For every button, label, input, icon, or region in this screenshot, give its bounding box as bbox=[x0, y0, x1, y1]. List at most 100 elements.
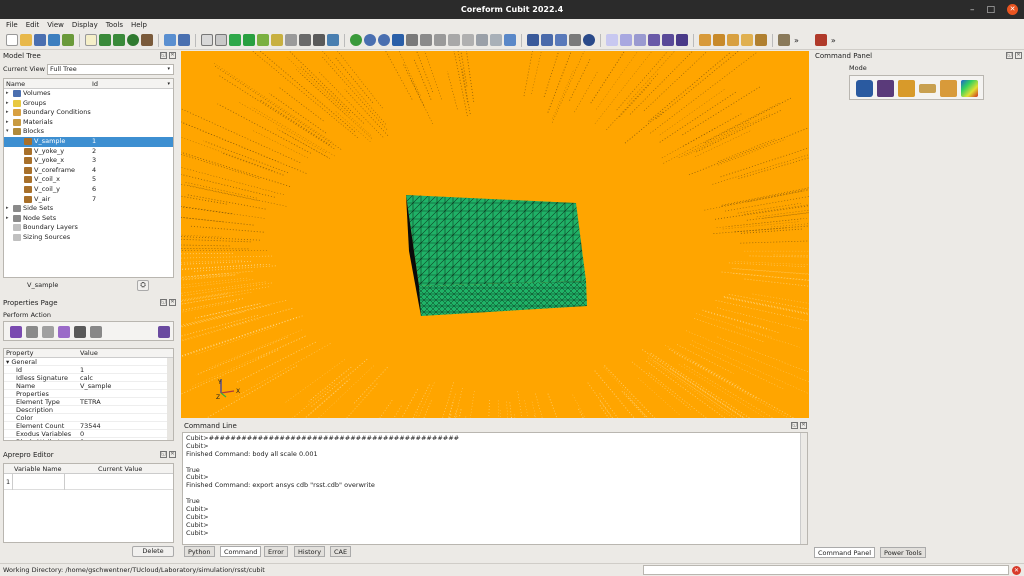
journal-icon[interactable] bbox=[85, 34, 97, 46]
tab-error[interactable]: Error bbox=[264, 546, 288, 557]
view-bottom-icon[interactable] bbox=[462, 34, 474, 46]
tree-item[interactable]: ▸ Node Sets bbox=[4, 214, 173, 224]
pressure-icon[interactable] bbox=[755, 34, 767, 46]
tree-item[interactable]: ▸ Volumes bbox=[4, 89, 173, 99]
sample-mesh[interactable] bbox=[406, 195, 587, 316]
expand-icon[interactable]: ▸ bbox=[6, 99, 12, 109]
toolbar-overflow-icon-2[interactable]: » bbox=[831, 36, 836, 45]
view-front-icon[interactable] bbox=[420, 34, 432, 46]
smooth-action-icon[interactable] bbox=[58, 326, 70, 338]
pan-icon[interactable] bbox=[406, 34, 418, 46]
temperature-icon[interactable] bbox=[741, 34, 753, 46]
size-action-icon[interactable] bbox=[42, 326, 54, 338]
select-icon[interactable] bbox=[164, 34, 176, 46]
delete-mesh-action-icon[interactable] bbox=[90, 326, 102, 338]
refine-icon[interactable] bbox=[676, 34, 688, 46]
geometry-mode-icon[interactable] bbox=[856, 80, 873, 97]
column-menu-icon[interactable]: ▾ bbox=[167, 79, 170, 89]
view-back-icon[interactable] bbox=[434, 34, 446, 46]
mesh-filter-icon[interactable] bbox=[257, 34, 269, 46]
current-view-select[interactable]: Full Tree ▾ bbox=[47, 64, 174, 75]
fit-view-icon[interactable] bbox=[392, 34, 404, 46]
tree-item[interactable]: ▸ Materials bbox=[4, 118, 173, 128]
expand-icon[interactable]: ▸ bbox=[6, 118, 12, 128]
tab-command[interactable]: Command bbox=[220, 546, 262, 557]
tools-action-icon[interactable] bbox=[158, 326, 170, 338]
close-icon[interactable]: ✕ bbox=[169, 451, 176, 458]
create-vertex-icon[interactable] bbox=[583, 34, 595, 46]
expand-icon[interactable]: ▸ bbox=[6, 214, 12, 224]
close-icon[interactable]: ✕ bbox=[800, 422, 807, 429]
heat-flux-icon[interactable] bbox=[727, 34, 739, 46]
cancel-operation-icon[interactable] bbox=[814, 34, 827, 46]
zoom-out-icon[interactable] bbox=[378, 34, 390, 46]
view-iso-icon[interactable] bbox=[504, 34, 516, 46]
volume-filter-icon[interactable] bbox=[201, 34, 213, 46]
rotate-icon[interactable] bbox=[350, 34, 362, 46]
property-row[interactable]: Element Type TETRA bbox=[4, 398, 173, 406]
float-icon[interactable]: ◱ bbox=[791, 422, 798, 429]
menu-view[interactable]: View bbox=[47, 19, 64, 31]
create-body-icon[interactable] bbox=[555, 34, 567, 46]
tab-power-tools[interactable]: Power Tools bbox=[880, 547, 926, 558]
menu-file[interactable]: File bbox=[6, 19, 18, 31]
property-row[interactable]: Description bbox=[4, 406, 173, 414]
zoom-in-icon[interactable] bbox=[364, 34, 376, 46]
tree-item[interactable]: V_air 7 bbox=[4, 195, 173, 205]
hidden-line-icon[interactable] bbox=[299, 34, 311, 46]
menu-help[interactable]: Help bbox=[131, 19, 147, 31]
viewport-canvas[interactable]: Y X Z bbox=[181, 51, 809, 418]
tree-item[interactable]: Sizing Sources bbox=[4, 233, 173, 243]
quality-action-icon[interactable] bbox=[74, 326, 86, 338]
property-row[interactable]: Properties bbox=[4, 390, 173, 398]
tree-item[interactable]: V_coreframe 4 bbox=[4, 166, 173, 176]
command-output[interactable]: Cubit>##################################… bbox=[182, 432, 808, 545]
undo-icon[interactable] bbox=[178, 34, 190, 46]
col-id[interactable]: Id bbox=[92, 79, 98, 89]
tree-item[interactable]: V_coil_y 6 bbox=[4, 185, 173, 195]
tree-item[interactable]: ▾ Blocks bbox=[4, 127, 173, 137]
save-as-icon[interactable] bbox=[48, 34, 60, 46]
property-row[interactable]: Idless Signature calc bbox=[4, 374, 173, 382]
error-indicator-icon[interactable]: ✕ bbox=[1012, 566, 1021, 575]
minimize-icon[interactable]: – bbox=[970, 5, 975, 15]
view-right-icon[interactable] bbox=[490, 34, 502, 46]
close-icon[interactable]: ✕ bbox=[169, 299, 176, 306]
surface-filter-icon[interactable] bbox=[215, 34, 227, 46]
tree-item[interactable]: Boundary Layers bbox=[4, 223, 173, 233]
col-name[interactable]: Name bbox=[6, 79, 25, 89]
transparent-icon[interactable] bbox=[327, 34, 339, 46]
tree-item[interactable]: ▸ Side Sets bbox=[4, 204, 173, 214]
tools-icon[interactable] bbox=[141, 34, 153, 46]
close-icon[interactable]: ✕ bbox=[1015, 52, 1022, 59]
maximize-icon[interactable]: □ bbox=[986, 5, 995, 15]
measure-icon[interactable] bbox=[620, 34, 632, 46]
new-file-icon[interactable] bbox=[6, 34, 18, 46]
property-row[interactable]: ▾ General bbox=[4, 358, 173, 366]
expand-icon[interactable]: ▸ bbox=[6, 89, 12, 99]
status-input[interactable] bbox=[643, 565, 1009, 575]
mesh-action-icon[interactable] bbox=[10, 326, 22, 338]
graphics-viewport[interactable]: Y X Z bbox=[181, 51, 809, 418]
tree-action-button[interactable]: ⛭ bbox=[137, 280, 149, 291]
tree-item[interactable]: V_coil_x 5 bbox=[4, 175, 173, 185]
expand-icon[interactable]: ▸ bbox=[6, 108, 12, 118]
delete-button[interactable]: Delete bbox=[132, 546, 174, 557]
curve-filter-icon[interactable] bbox=[229, 34, 241, 46]
tree-item[interactable]: V_yoke_x 3 bbox=[4, 156, 173, 166]
float-icon[interactable]: ◱ bbox=[1006, 52, 1013, 59]
toolbar-extra-icon[interactable] bbox=[778, 34, 790, 46]
results-mode-icon[interactable] bbox=[961, 80, 978, 97]
wireframe-icon[interactable] bbox=[285, 34, 297, 46]
property-row[interactable]: Element Count 73544 bbox=[4, 422, 173, 430]
properties-scrollbar[interactable] bbox=[167, 358, 173, 440]
play-journal-icon[interactable] bbox=[99, 34, 111, 46]
view-left-icon[interactable] bbox=[476, 34, 488, 46]
property-row[interactable]: Name V_sample bbox=[4, 382, 173, 390]
menu-tools[interactable]: Tools bbox=[106, 19, 123, 31]
property-row[interactable]: Exodus Variables 0 bbox=[4, 430, 173, 438]
mesh-quality-icon[interactable] bbox=[648, 34, 660, 46]
tab-history[interactable]: History bbox=[294, 546, 326, 557]
probe-icon[interactable] bbox=[634, 34, 646, 46]
close-icon[interactable]: ✕ bbox=[169, 52, 176, 59]
